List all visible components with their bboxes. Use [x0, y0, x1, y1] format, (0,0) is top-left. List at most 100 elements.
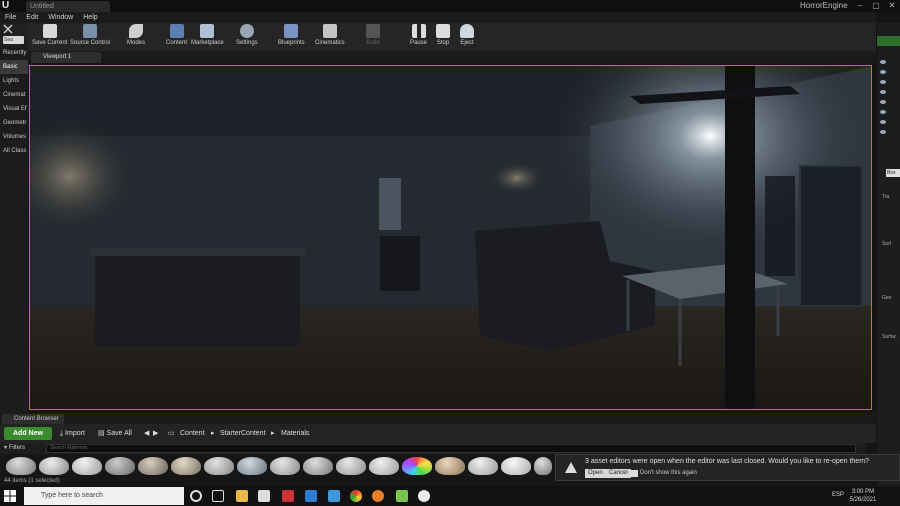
- mode-category-lights[interactable]: Lights: [0, 74, 28, 88]
- marketplace-button[interactable]: Marketplace: [191, 24, 224, 50]
- level-tab[interactable]: Untitled: [26, 1, 110, 12]
- history-forward-icon[interactable]: ▶: [153, 427, 158, 440]
- visibility-eye-icon[interactable]: [880, 90, 886, 94]
- details-search-input[interactable]: Box: [886, 169, 900, 177]
- material-thumbnail[interactable]: [402, 457, 432, 475]
- history-back-icon[interactable]: ◀: [144, 427, 149, 440]
- eject-button[interactable]: Eject: [460, 24, 474, 50]
- save-all-label: Save All: [106, 430, 132, 437]
- material-thumbnail[interactable]: [72, 457, 102, 475]
- cinematics-button[interactable]: Cinematics: [315, 24, 345, 50]
- modes-search-input[interactable]: Sea: [3, 36, 24, 44]
- visibility-eye-icon[interactable]: [880, 130, 886, 134]
- edge-icon[interactable]: [328, 490, 340, 502]
- mode-category-cinematic[interactable]: Cinemat: [0, 88, 28, 102]
- import-button[interactable]: ⤓ Import: [60, 427, 85, 440]
- material-thumbnail[interactable]: [6, 457, 36, 475]
- mode-category-basic[interactable]: Basic: [0, 60, 28, 74]
- breadcrumb-content[interactable]: Content: [180, 427, 205, 440]
- marketplace-label: Marketplace: [191, 40, 224, 46]
- clock[interactable]: 3:00 PM 5/26/2021: [848, 488, 878, 504]
- material-thumbnail[interactable]: [204, 457, 234, 475]
- material-thumbnail[interactable]: [303, 457, 333, 475]
- content-browser-filter-row: ▾ Filters Search Materials: [0, 443, 866, 454]
- file-explorer-icon[interactable]: [236, 490, 248, 502]
- breadcrumb-startercontent[interactable]: StarterContent: [220, 427, 266, 440]
- mail-icon[interactable]: [305, 490, 317, 502]
- menu-help[interactable]: Help: [78, 12, 102, 23]
- filters-dropdown[interactable]: ▾ Filters: [4, 444, 25, 453]
- maximize-button[interactable]: ▢: [868, 0, 884, 12]
- content-browser-tab[interactable]: Content Browser: [2, 414, 64, 424]
- details-section-surface-properties[interactable]: Surfac: [882, 334, 896, 340]
- material-thumbnail[interactable]: [138, 457, 168, 475]
- taskbar-search-input[interactable]: Type here to search: [24, 487, 184, 505]
- details-section-surface[interactable]: Surf: [882, 241, 891, 247]
- material-thumbnail[interactable]: [468, 457, 498, 475]
- pause-button[interactable]: Pause: [410, 24, 427, 50]
- details-section-transform[interactable]: Tra: [882, 194, 889, 200]
- mode-category-recently[interactable]: Recently: [0, 46, 28, 60]
- content-browser-tab-row: Content Browser: [0, 413, 876, 424]
- content-search-input[interactable]: Search Materials: [46, 444, 856, 453]
- visibility-eye-icon[interactable]: [880, 70, 886, 74]
- minimize-button[interactable]: –: [852, 0, 868, 12]
- visibility-eye-icon[interactable]: [880, 80, 886, 84]
- settings-button[interactable]: Settings: [236, 24, 258, 50]
- build-label: Build: [366, 40, 380, 46]
- store-icon[interactable]: [258, 490, 270, 502]
- mode-category-geometry[interactable]: Geometr: [0, 116, 28, 130]
- material-thumbnail[interactable]: [171, 457, 201, 475]
- viewport-tab-row: Viewport 1: [28, 51, 876, 63]
- chrome-icon[interactable]: [350, 490, 362, 502]
- material-thumbnail[interactable]: [534, 457, 552, 475]
- app-icon[interactable]: [396, 490, 408, 502]
- material-thumbnail[interactable]: [369, 457, 399, 475]
- mode-category-visual-effects[interactable]: Visual Ef: [0, 102, 28, 116]
- mode-category-volumes[interactable]: Volumes: [0, 130, 28, 144]
- level-viewport[interactable]: [29, 65, 872, 410]
- content-button[interactable]: Content: [166, 24, 187, 50]
- unreal-engine-icon[interactable]: [418, 490, 430, 502]
- visibility-eye-icon[interactable]: [880, 100, 886, 104]
- blueprints-button[interactable]: Blueprints: [278, 24, 305, 50]
- app-icon[interactable]: [282, 490, 294, 502]
- scene-render: [30, 66, 871, 409]
- material-thumbnail[interactable]: [336, 457, 366, 475]
- source-control-button[interactable]: Source Control: [70, 24, 110, 50]
- cortana-icon[interactable]: [190, 490, 202, 502]
- menu-window[interactable]: Window: [43, 12, 78, 23]
- open-button[interactable]: Open: [585, 469, 606, 478]
- material-thumbnail[interactable]: [501, 457, 531, 475]
- visibility-eye-icon[interactable]: [880, 120, 886, 124]
- material-thumbnail[interactable]: [435, 457, 465, 475]
- source-control-label: Source Control: [70, 40, 111, 46]
- visibility-eye-icon[interactable]: [880, 110, 886, 114]
- language-indicator[interactable]: ESP: [832, 492, 844, 498]
- stop-button[interactable]: Stop: [436, 24, 450, 50]
- material-thumbnail[interactable]: [105, 457, 135, 475]
- menu-edit[interactable]: Edit: [21, 12, 43, 23]
- blender-icon[interactable]: [372, 490, 384, 502]
- details-section-geometry[interactable]: Geo: [882, 295, 891, 301]
- viewport-tab[interactable]: Viewport 1: [31, 52, 101, 63]
- save-current-button[interactable]: Save Current: [32, 24, 67, 50]
- add-new-button[interactable]: Add New: [4, 427, 52, 440]
- filters-label: Filters: [8, 445, 26, 451]
- menu-file[interactable]: File: [0, 12, 21, 23]
- mode-category-all-classes[interactable]: All Class: [0, 144, 28, 158]
- material-thumbnail[interactable]: [39, 457, 69, 475]
- cinematics-label: Cinematics: [315, 40, 345, 46]
- task-view-icon[interactable]: [212, 490, 224, 502]
- dont-show-checkbox[interactable]: [631, 470, 638, 477]
- material-thumbnail[interactable]: [237, 457, 267, 475]
- breadcrumb-materials[interactable]: Materials: [281, 427, 309, 440]
- place-mode-icon[interactable]: [3, 24, 13, 34]
- windows-start-icon[interactable]: [4, 490, 16, 502]
- save-all-button[interactable]: ▤ Save All: [98, 427, 132, 440]
- close-button[interactable]: ✕: [884, 0, 900, 12]
- visibility-eye-icon[interactable]: [880, 60, 886, 64]
- cancel-button[interactable]: Cancel: [606, 469, 631, 478]
- material-thumbnail[interactable]: [270, 457, 300, 475]
- modes-button[interactable]: Modes: [127, 24, 145, 50]
